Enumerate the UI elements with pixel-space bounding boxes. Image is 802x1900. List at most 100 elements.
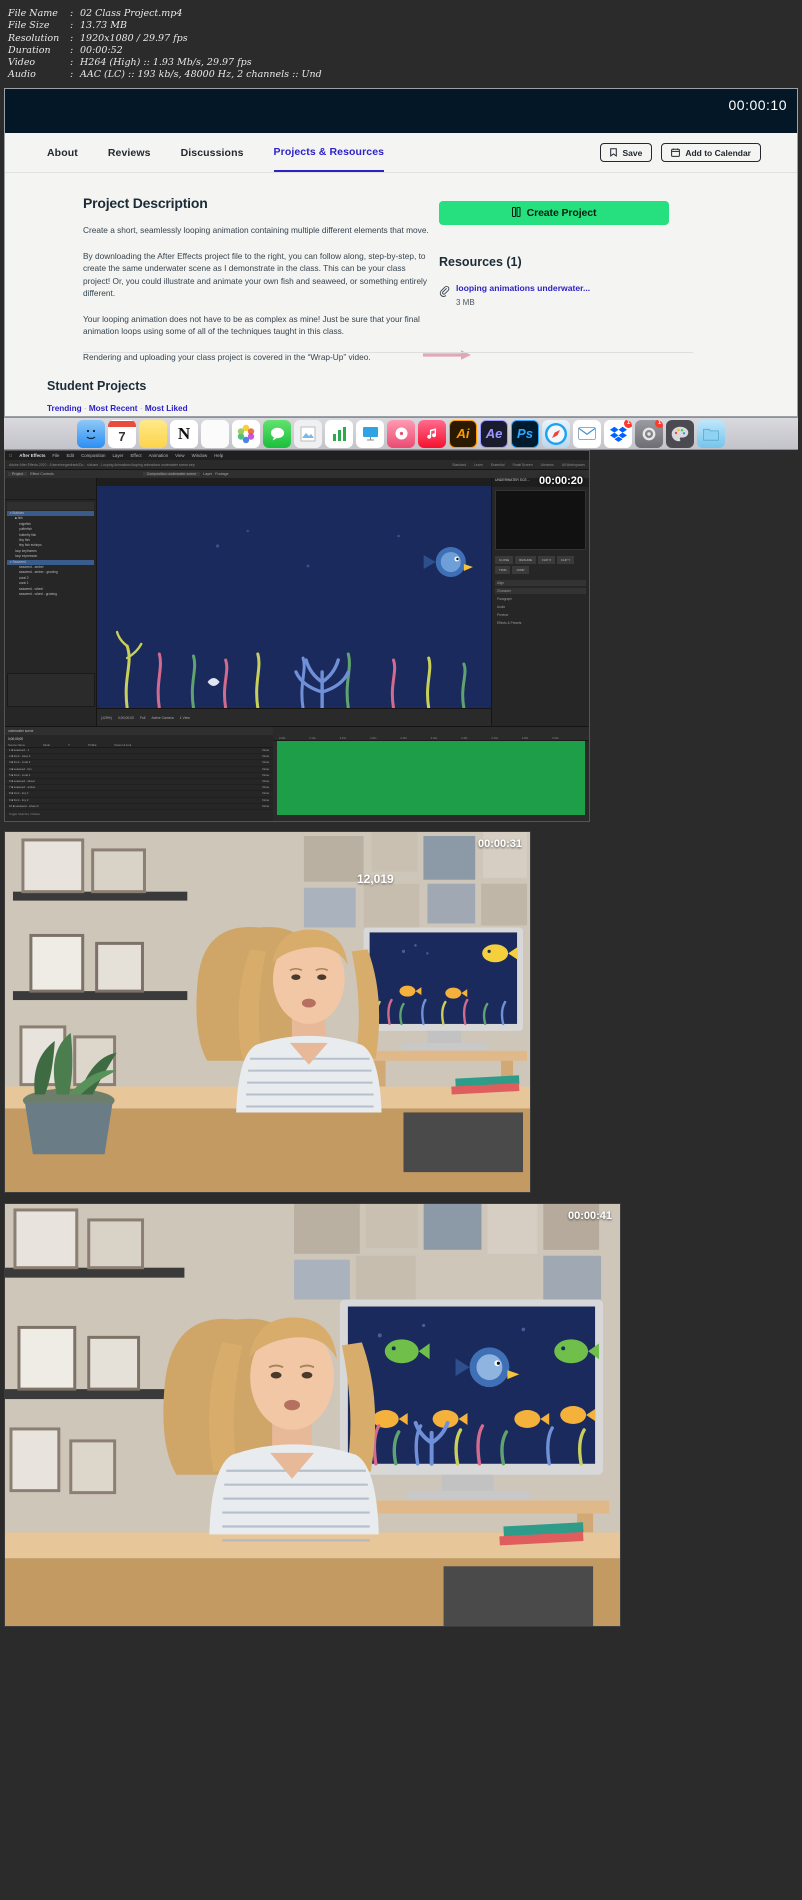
project-paragraph-1: Create a short, seamlessly looping anima… — [83, 225, 429, 235]
ae-btn-trim[interactable]: TRIM — [495, 566, 511, 574]
tab-discussions[interactable]: Discussions — [181, 133, 244, 172]
class-nav-bar: About Reviews Discussions Projects & Res… — [5, 133, 797, 173]
bookmark-icon — [610, 148, 618, 157]
ae-tab-project[interactable]: Project — [8, 472, 28, 476]
music-icon[interactable] — [418, 419, 446, 448]
ae-tab-footage[interactable]: Footage — [215, 472, 228, 476]
media-info-header: File Name : 02 Class Project.mp4 File Si… — [0, 0, 802, 88]
ae-section-align[interactable]: Align — [495, 580, 586, 586]
messages-icon[interactable] — [263, 419, 291, 448]
ae-workspace-libraries[interactable]: Libraries — [541, 463, 554, 467]
ae-menu-effect[interactable]: Effect — [130, 453, 141, 458]
finder-icon[interactable] — [77, 419, 105, 448]
video-frame-artwork — [5, 832, 530, 1192]
ae-tab-layer[interactable]: Layer — [203, 472, 212, 476]
dropbox-badge: 1 — [624, 419, 632, 428]
downloads-folder-icon[interactable] — [697, 419, 725, 448]
ae-menu-app[interactable]: After Effects — [19, 453, 45, 458]
tab-about[interactable]: About — [47, 133, 78, 172]
ae-magnification[interactable]: (129%) — [101, 716, 112, 720]
filter-most-recent[interactable]: Most Recent — [89, 404, 138, 413]
ae-menu-help[interactable]: Help — [214, 453, 223, 458]
ae-layer-row[interactable]: 10 ■ seaweed - wheel 2 None — [5, 804, 273, 811]
tab-projects-resources[interactable]: Projects & Resources — [273, 133, 385, 172]
ae-btn-close[interactable]: CLOSE — [495, 556, 514, 564]
media-info-value: 1920x1080 / 29.97 fps — [80, 32, 188, 44]
ae-timeline-tab[interactable]: underwater scene — [5, 727, 273, 735]
ae-btn-flip-x[interactable]: FLIP X — [538, 556, 556, 564]
ae-section-preview[interactable]: Preview — [495, 612, 586, 618]
ae-menu-window[interactable]: Window — [192, 453, 208, 458]
project-paragraph-2: By downloading the After Effects project… — [83, 250, 428, 299]
ae-composition-panel[interactable]: (129%) 0;00;00;00 Full Active Camera 1 V… — [97, 478, 491, 726]
ae-timeline-panel[interactable]: underwater scene 0;00;00;00 Source Name … — [5, 726, 589, 821]
save-button-label: Save — [622, 147, 643, 158]
media-info-row: Video : H264 (High) :: 1.93 Mb/s, 29.97 … — [8, 57, 802, 69]
safari-icon[interactable] — [542, 419, 570, 448]
media-info-value: H264 (High) :: 1.93 Mb/s, 29.97 fps — [80, 57, 252, 69]
mail-icon[interactable] — [573, 419, 601, 448]
filter-trending[interactable]: Trending — [47, 404, 82, 413]
calendar-icon — [671, 148, 681, 157]
notes-icon[interactable] — [139, 419, 167, 448]
ae-timeline-current-time[interactable]: 0;00;00;00 — [5, 735, 273, 743]
ae-workspace-learn[interactable]: Learn — [474, 463, 483, 467]
system-preferences-icon[interactable]: 1 — [635, 419, 663, 448]
photos-icon[interactable] — [232, 419, 260, 448]
keynote-icon[interactable] — [356, 419, 384, 448]
dropbox-icon[interactable]: 1 — [604, 419, 632, 448]
illustrator-icon[interactable]: Ai — [449, 419, 477, 448]
ae-workspace-small-screen[interactable]: Small Screen — [513, 463, 533, 467]
itunes-icon[interactable] — [387, 419, 415, 448]
ae-resolution[interactable]: Full — [140, 716, 145, 720]
ae-timeline-track-area[interactable]: 0.05s 0.10s 0.15s 0.20s 0.25s 0.30s 0.35s 0.40s… — [273, 727, 589, 821]
ae-project-panel[interactable]: ▾ Bubbles ■ fish edgefish pufferfish but… — [5, 478, 97, 726]
ae-btn-flip-y[interactable]: FLIP Y — [557, 556, 575, 564]
ae-menu-view[interactable]: View — [175, 453, 184, 458]
palette-icon[interactable] — [666, 419, 694, 448]
save-button[interactable]: Save — [600, 143, 653, 162]
resources-heading: Resources (1) — [439, 255, 522, 269]
apple-menu-icon[interactable]:  — [9, 453, 12, 458]
ae-menu-layer[interactable]: Layer — [112, 453, 123, 458]
ae-layer-list[interactable]: underwater scene 0;00;00;00 Source Name … — [5, 727, 273, 821]
add-to-calendar-button[interactable]: Add to Calendar — [661, 143, 761, 162]
tab-reviews[interactable]: Reviews — [108, 133, 151, 172]
ae-btn-resume[interactable]: RESUME — [515, 556, 537, 564]
notion-icon[interactable]: N — [170, 419, 198, 448]
ae-section-character[interactable]: Character — [495, 588, 586, 594]
media-info-colon: : — [70, 32, 74, 44]
create-project-button[interactable]: Create Project — [439, 201, 669, 225]
ae-view-count[interactable]: 1 View — [180, 716, 190, 720]
ae-layer-duration-bars[interactable] — [277, 741, 585, 815]
ae-canvas[interactable] — [97, 486, 491, 708]
media-info-label: Video — [8, 57, 36, 69]
monitor-counter-overlay: 12,019 — [357, 872, 394, 886]
ae-section-paragraph[interactable]: Paragraph — [495, 596, 586, 602]
after-effects-icon[interactable]: Ae — [480, 419, 508, 448]
photoshop-icon[interactable]: Ps — [511, 419, 539, 448]
ae-menu-file[interactable]: File — [52, 453, 59, 458]
resource-link[interactable]: looping animations underwater... — [456, 283, 590, 294]
ae-menu-animation[interactable]: Animation — [149, 453, 169, 458]
ae-workspace-all[interactable]: All Workspaces — [562, 463, 585, 467]
calendar-icon[interactable]: 7 — [108, 419, 136, 448]
ae-tab-composition[interactable]: Composition underwater scene — [142, 472, 201, 476]
reminders-icon[interactable] — [201, 419, 229, 448]
ae-btn-jump[interactable]: JUMP — [512, 566, 529, 574]
media-info-row: Duration : 00:00:52 — [8, 45, 802, 57]
ae-menu-edit[interactable]: Edit — [66, 453, 74, 458]
ae-toggle-switches-modes[interactable]: Toggle Switches / Modes — [5, 812, 273, 816]
ae-section-audio[interactable]: Audio — [495, 604, 586, 610]
ae-workspace-essential[interactable]: Essential — [491, 463, 505, 467]
numbers-icon[interactable] — [325, 419, 353, 448]
ae-menu-composition[interactable]: Composition — [81, 453, 105, 458]
filter-most-liked[interactable]: Most Liked — [145, 404, 188, 413]
ae-workspace-standard[interactable]: Standard — [452, 463, 466, 467]
ae-tab-effect-controls[interactable]: Effect Controls — [30, 472, 54, 476]
resource-list-item[interactable]: looping animations underwater... 3 MB — [439, 283, 669, 307]
ae-section-effects-presets[interactable]: Effects & Presets — [495, 620, 586, 626]
filter-separator: · — [81, 404, 89, 413]
ae-view-mode[interactable]: Active Camera — [151, 716, 173, 720]
preview-icon[interactable] — [294, 419, 322, 448]
